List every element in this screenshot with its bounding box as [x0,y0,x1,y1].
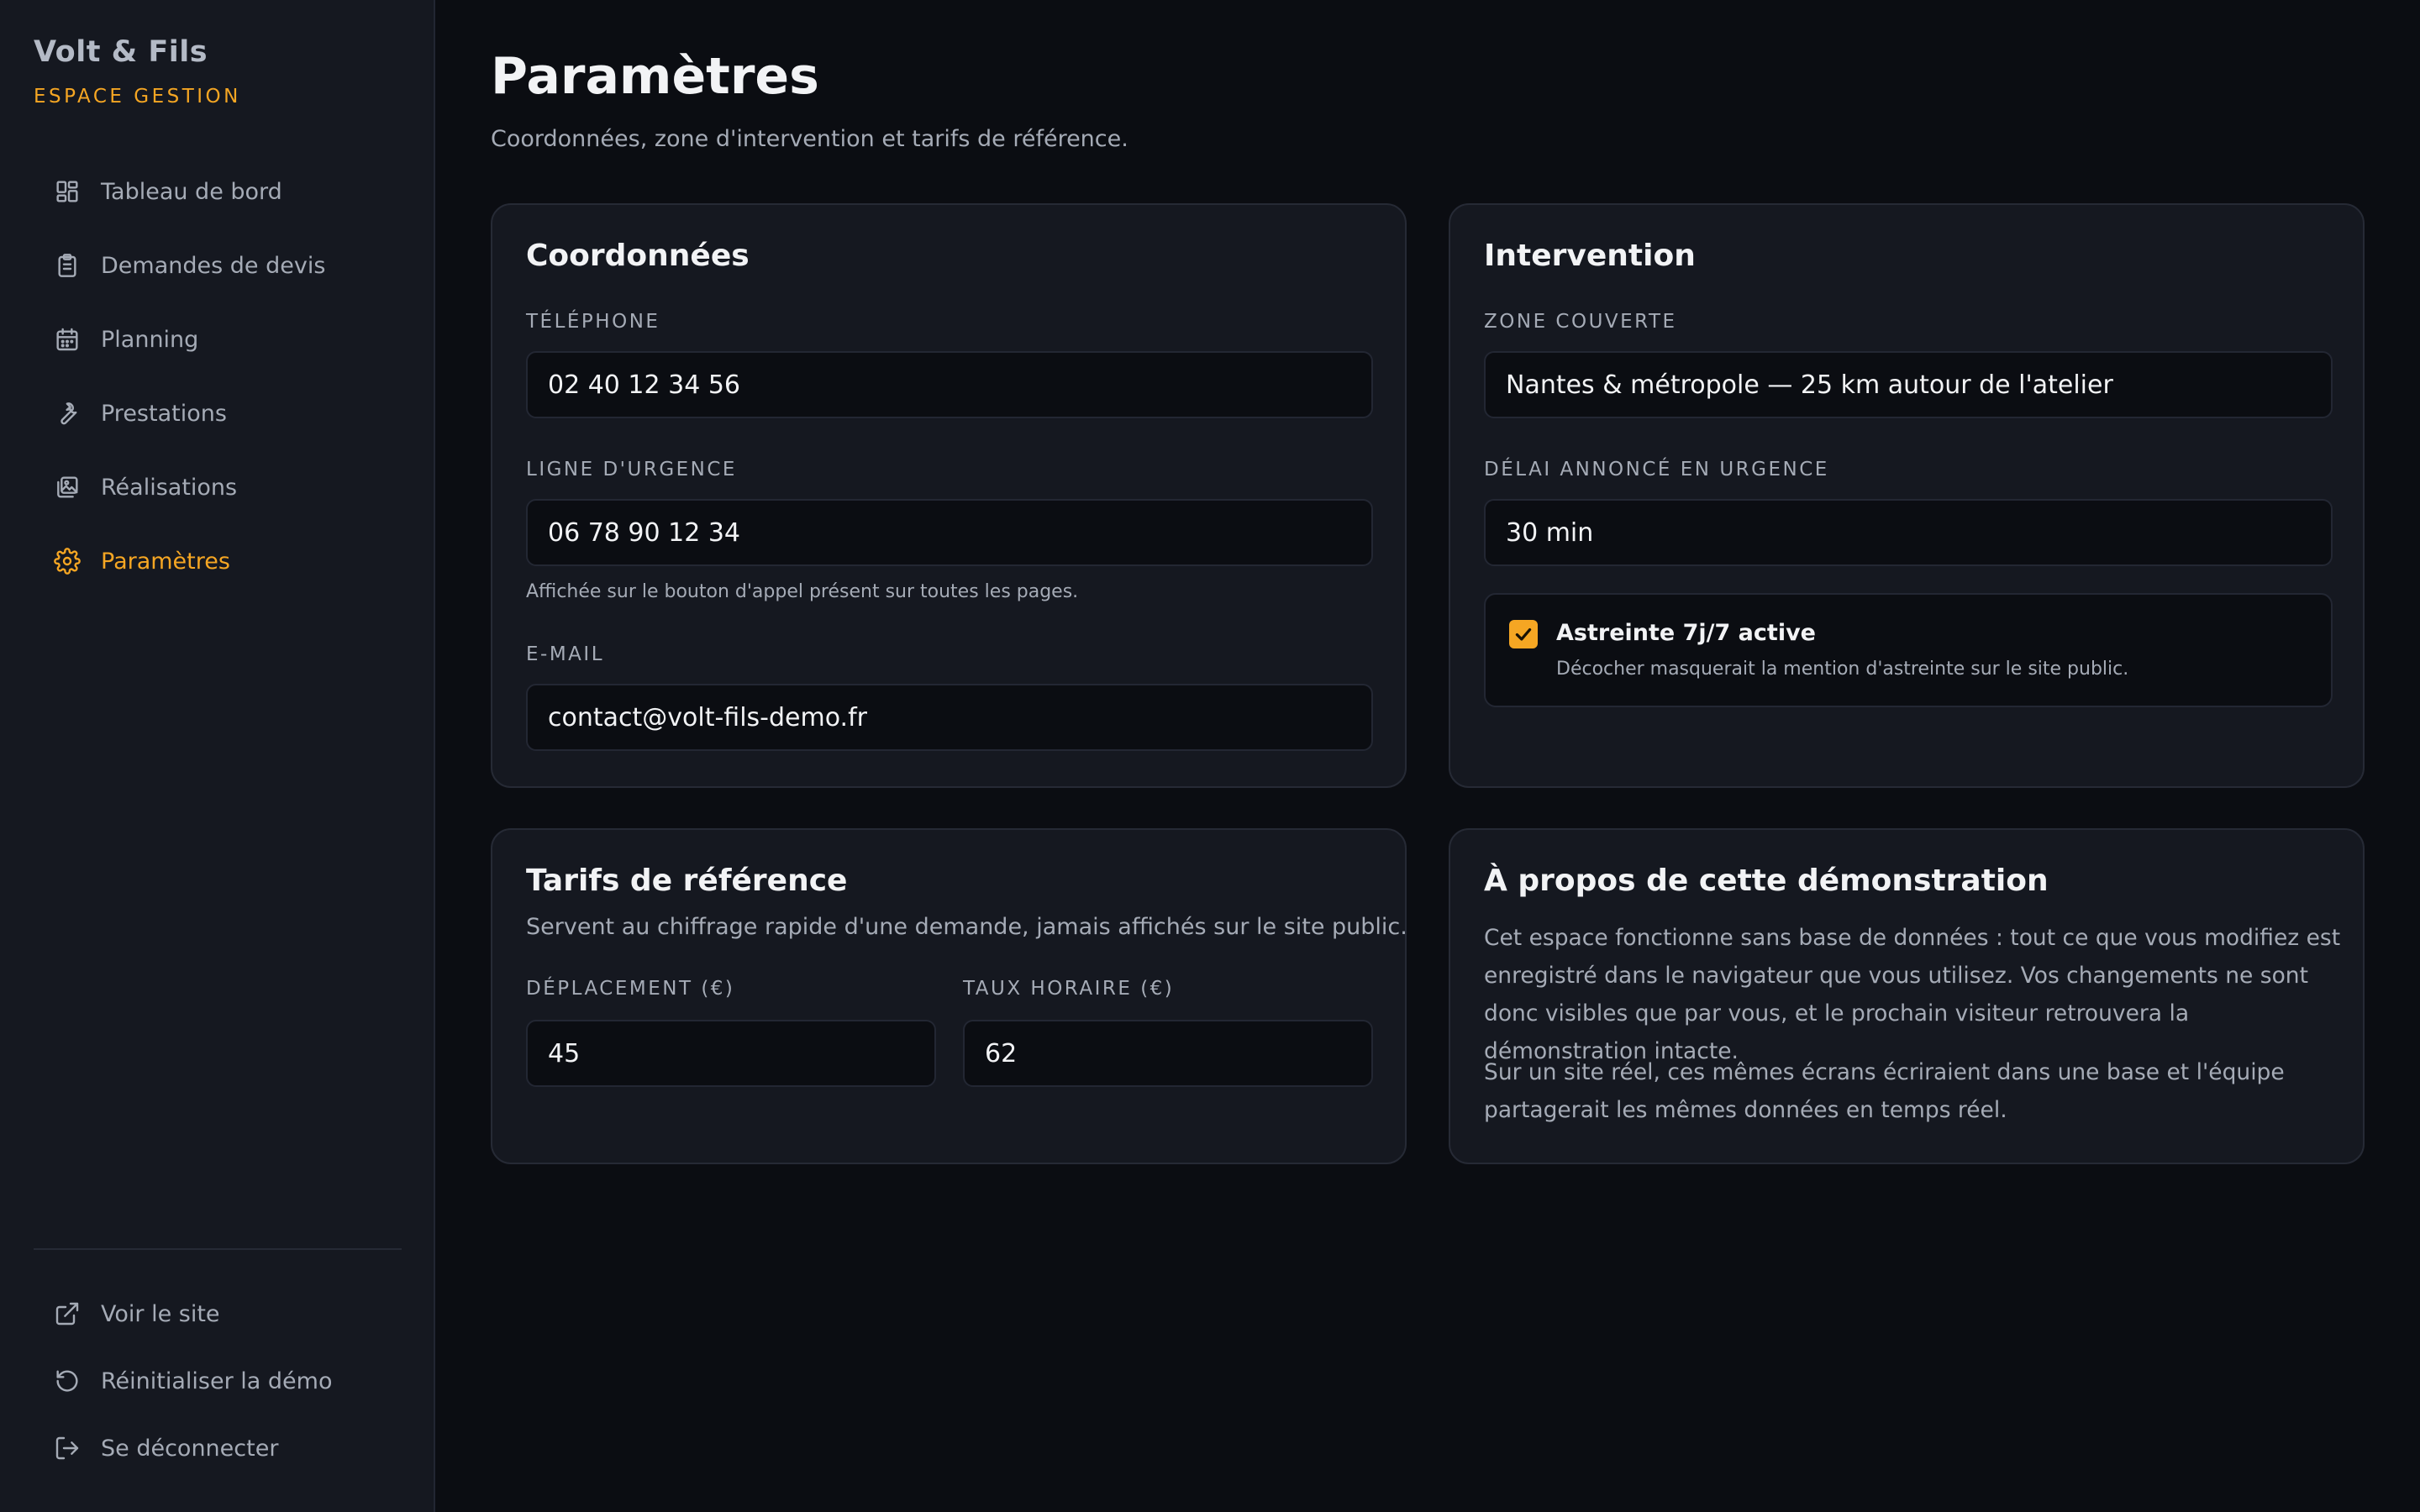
page-subtitle: Coordonnées, zone d'intervention et tari… [491,126,1128,152]
card-title: Coordonnées [526,239,750,273]
sidebar: Volt & Fils ESPACE GESTION Tableau de bo… [0,0,435,1512]
phone-label: TÉLÉPHONE [526,311,660,333]
apropos-paragraph-2: Sur un site réel, ces mêmes écrans écrir… [1484,1059,2285,1123]
sidebar-item-prestations[interactable]: Prestations [34,376,402,450]
sidebar-item-tableau-de-bord[interactable]: Tableau de bord [34,155,402,228]
deplacement-label: DÉPLACEMENT (€) [526,978,735,1000]
sidebar-item-label: Planning [101,326,199,353]
sidebar-item-label: Prestations [101,400,227,427]
deplacement-input[interactable] [526,1020,936,1087]
dashboard-icon [54,178,81,205]
checkmark-icon [1515,627,1532,641]
sidebar-item-label: Demandes de devis [101,252,326,279]
sidebar-item-label: Paramètres [101,548,230,575]
sidebar-item-parametres[interactable]: Paramètres [34,524,402,598]
brand-subtitle: ESPACE GESTION [34,86,241,108]
taux-horaire-input[interactable] [963,1020,1373,1087]
sidebar-nav: Tableau de bord Demandes de devis Planni… [34,155,402,598]
clipboard-icon [54,252,81,279]
email-label: E-MAIL [526,643,605,665]
urgence-label: LIGNE D'URGENCE [526,459,737,480]
delai-label: DÉLAI ANNONCÉ EN URGENCE [1484,459,1829,480]
card-intervention: Intervention ZONE COUVERTE DÉLAI ANNONCÉ… [1449,203,2365,788]
email-input[interactable] [526,684,1373,751]
card-coordonnees: Coordonnées TÉLÉPHONE LIGNE D'URGENCE Af… [491,203,1407,788]
astreinte-description: Décocher masquerait la mention d'astrein… [1556,659,2129,680]
zone-label: ZONE COUVERTE [1484,311,1677,333]
astreinte-checkbox[interactable] [1509,620,1538,648]
sidebar-item-label: Se déconnecter [101,1435,279,1462]
app-root: Volt & Fils ESPACE GESTION Tableau de bo… [0,0,2420,1512]
urgence-input[interactable] [526,499,1373,566]
delai-input[interactable] [1484,499,2333,566]
phone-input[interactable] [526,351,1373,418]
astreinte-toggle[interactable]: Astreinte 7j/7 active Décocher masquerai… [1484,593,2333,707]
sidebar-item-label: Réalisations [101,474,238,501]
sidebar-divider [34,1248,402,1250]
sidebar-item-voir-le-site[interactable]: Voir le site [34,1280,402,1347]
urgence-hint: Affichée sur le bouton d'appel présent s… [526,581,1079,602]
sidebar-item-se-deconnecter[interactable]: Se déconnecter [34,1415,402,1482]
main-content: Paramètres Coordonnées, zone d'intervent… [435,0,2420,1512]
taux-horaire-label: TAUX HORAIRE (€) [963,978,1175,1000]
logout-icon [54,1435,81,1462]
reset-icon [54,1368,81,1394]
brand-name: Volt & Fils [34,35,208,69]
sidebar-bottom-nav: Voir le site Réinitialiser la démo Se dé… [34,1280,402,1482]
apropos-paragraph-1: Cet espace fonctionne sans base de donné… [1484,925,2341,1064]
gallery-icon [54,474,81,501]
sidebar-item-planning[interactable]: Planning [34,302,402,376]
calendar-icon [54,326,81,353]
card-tarifs: Tarifs de référence Servent au chiffrage… [491,828,1407,1164]
card-title: À propos de cette démonstration [1484,864,2049,898]
page-title: Paramètres [491,47,819,106]
card-title: Tarifs de référence [526,864,848,898]
sidebar-item-label: Voir le site [101,1300,220,1327]
sidebar-item-realisations[interactable]: Réalisations [34,450,402,524]
external-link-icon [54,1300,81,1327]
sidebar-item-label: Réinitialiser la démo [101,1368,333,1394]
card-apropos: À propos de cette démonstration Cet espa… [1449,828,2365,1164]
sidebar-item-label: Tableau de bord [101,178,282,205]
tarifs-description: Servent au chiffrage rapide d'une demand… [526,914,1407,940]
astreinte-label: Astreinte 7j/7 active [1556,620,1816,646]
wrench-icon [54,400,81,427]
card-title: Intervention [1484,239,1696,273]
gear-icon [54,548,81,575]
zone-input[interactable] [1484,351,2333,418]
sidebar-item-demandes-de-devis[interactable]: Demandes de devis [34,228,402,302]
sidebar-item-reinitialiser[interactable]: Réinitialiser la démo [34,1347,402,1415]
